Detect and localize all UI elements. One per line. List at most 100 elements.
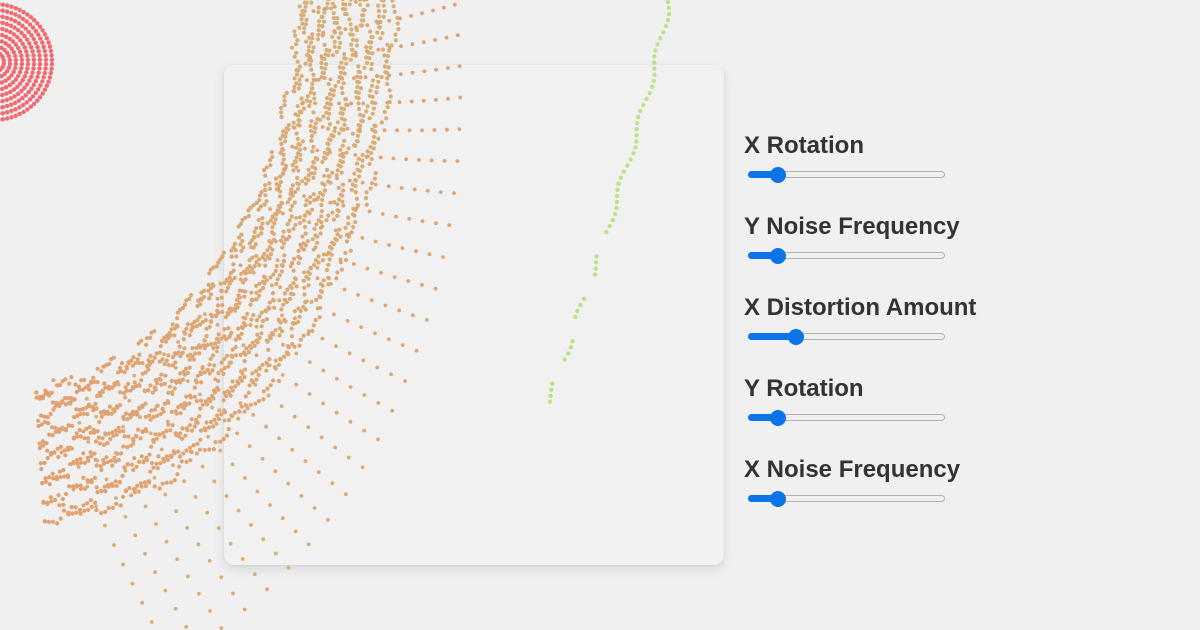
particle-dot [137, 382, 142, 388]
particle-dot [368, 29, 373, 34]
particle-dot [367, 40, 372, 45]
particle-dot [144, 458, 150, 463]
particle-dot [663, 24, 669, 29]
particle-dot [43, 61, 49, 67]
particle-dot [107, 361, 112, 367]
x-rotation-slider[interactable] [748, 167, 945, 183]
particle-dot [13, 42, 19, 47]
particle-dot [152, 385, 157, 390]
particle-dot [16, 28, 21, 33]
particle-dot [323, 52, 328, 57]
particle-dot [320, 14, 325, 20]
particle-dot [200, 464, 205, 469]
particle-dot [164, 358, 169, 363]
particle-dot [94, 485, 99, 490]
particle-dot [25, 12, 30, 17]
slider-thumb[interactable] [769, 167, 786, 183]
particle-dot [212, 363, 217, 368]
particle-dot [202, 294, 207, 300]
particle-dot [13, 12, 18, 17]
particle-dot [358, 0, 363, 2]
particle-dot [180, 436, 185, 441]
particle-dot [48, 70, 54, 76]
particle-dot [94, 507, 99, 513]
particle-dot [315, 37, 321, 42]
particle-dot [39, 466, 44, 472]
particle-dot [95, 393, 100, 399]
particle-dot [69, 396, 74, 401]
particle-dot [31, 66, 36, 71]
particle-dot [431, 8, 435, 13]
particle-dot [110, 463, 115, 468]
particle-dot [86, 383, 91, 388]
particle-dot [37, 95, 43, 100]
particle-dot [170, 423, 175, 428]
particle-dot [94, 463, 99, 468]
particle-dot [331, 53, 335, 58]
slider-thumb[interactable] [787, 329, 804, 345]
particle-dot [3, 78, 8, 83]
particle-dot [143, 504, 148, 509]
slider-thumb[interactable] [769, 491, 786, 507]
particle-dot [216, 387, 221, 392]
particle-dot [175, 310, 181, 315]
particle-dot [184, 366, 189, 371]
y-rotation-slider[interactable] [748, 410, 945, 426]
particle-dot [136, 427, 141, 432]
particle-dot [208, 312, 214, 317]
particle-dot [337, 45, 342, 50]
particle-dot [81, 429, 86, 434]
particle-dot [334, 49, 339, 55]
particle-dot [161, 456, 166, 461]
particle-dot [121, 562, 125, 567]
particle-dot [118, 503, 123, 508]
particle-dot [332, 30, 338, 35]
particle-dot [118, 369, 124, 374]
particle-dot [146, 388, 151, 393]
particle-dot [99, 414, 104, 419]
particle-dot [55, 446, 60, 451]
x-noise-frequency-slider[interactable] [748, 491, 945, 507]
particle-dot [186, 574, 190, 579]
particle-dot [393, 38, 398, 43]
x-distortion-amount-slider[interactable] [748, 329, 945, 345]
particle-dot [176, 405, 181, 410]
particle-dot [340, 6, 345, 12]
particle-dot [159, 372, 164, 377]
particle-dot [342, 56, 347, 61]
particle-dot [6, 54, 12, 59]
particle-dot [0, 54, 5, 60]
particle-dot [148, 469, 153, 474]
y-noise-frequency-slider[interactable] [748, 248, 945, 264]
particle-dot [326, 53, 331, 58]
particle-dot [198, 428, 204, 433]
particle-dot [180, 377, 186, 382]
particle-dot [45, 455, 50, 461]
particle-dot [71, 459, 76, 465]
particle-dot [113, 428, 118, 433]
slider-thumb[interactable] [769, 248, 786, 264]
particle-dot [12, 100, 18, 106]
particle-dot [172, 451, 177, 456]
particle-dot [82, 377, 87, 383]
particle-dot [56, 454, 61, 460]
particle-dot [99, 488, 104, 494]
particle-dot [152, 329, 157, 334]
particle-dot [194, 380, 199, 385]
particle-dot [380, 47, 386, 52]
particle-dot [36, 418, 41, 423]
particle-dot [96, 435, 101, 440]
particle-dot [192, 394, 197, 399]
particle-dot [157, 350, 162, 355]
particle-dot [218, 257, 223, 262]
particle-dot [207, 447, 212, 452]
slider-thumb[interactable] [769, 410, 786, 426]
particle-dot [164, 454, 169, 459]
particle-dot [327, 48, 332, 53]
particle-dot [6, 65, 12, 70]
particle-dot [48, 411, 53, 417]
particle-dot [49, 390, 54, 395]
particle-dot [161, 430, 166, 436]
particle-dot [13, 77, 19, 82]
canvas-panel[interactable] [224, 65, 724, 565]
